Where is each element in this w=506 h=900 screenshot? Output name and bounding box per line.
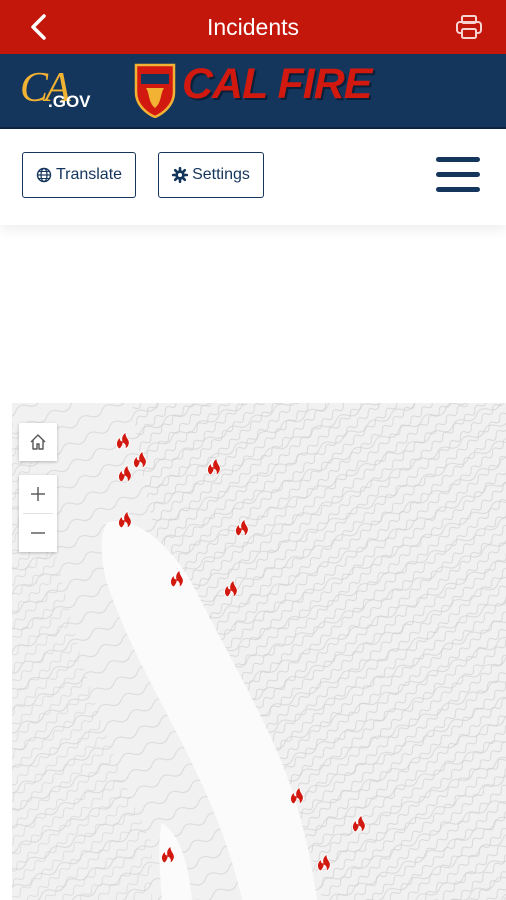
globe-icon [36, 167, 52, 183]
incident-marker[interactable] [159, 844, 177, 864]
ca-gov-logo[interactable]: CA .GOV [18, 64, 91, 116]
flame-icon [290, 786, 304, 805]
hamburger-menu-icon-line [436, 172, 480, 177]
minus-icon [31, 532, 45, 534]
incident-marker[interactable] [233, 517, 251, 537]
incident-marker[interactable] [114, 430, 132, 450]
flame-icon [116, 431, 130, 450]
incident-marker[interactable] [168, 568, 186, 588]
home-icon [30, 434, 46, 450]
zoom-in-button[interactable] [19, 475, 57, 513]
incident-map[interactable] [12, 403, 506, 900]
home-button[interactable] [19, 423, 57, 461]
flame-icon [118, 510, 132, 529]
incident-marker[interactable] [315, 852, 333, 872]
zoom-controls [19, 475, 57, 552]
calfire-seal-icon [134, 63, 176, 118]
flame-icon [235, 518, 249, 537]
incident-marker[interactable] [288, 785, 306, 805]
incident-marker[interactable] [116, 463, 134, 483]
app-header: Incidents [0, 0, 506, 54]
flame-icon [161, 845, 175, 864]
hamburger-menu-icon [436, 157, 480, 162]
flame-icon [352, 814, 366, 833]
flame-icon [170, 569, 184, 588]
zoom-out-button[interactable] [19, 514, 57, 552]
incident-marker[interactable] [350, 813, 368, 833]
calfire-wordmark[interactable]: CAL FIRE [182, 60, 372, 109]
page-title: Incidents [206, 14, 300, 40]
incident-marker[interactable] [222, 578, 240, 598]
settings-button[interactable]: Settings [158, 152, 264, 198]
toolbar: Translate Settings [0, 129, 506, 225]
gear-icon [172, 167, 189, 183]
incident-marker[interactable] [116, 509, 134, 529]
translate-label: Translate [55, 166, 123, 183]
settings-label: Settings [192, 166, 250, 183]
flame-icon [118, 464, 132, 483]
back-button[interactable] [22, 10, 56, 44]
chevron-left-icon [31, 14, 46, 40]
translate-button[interactable]: Translate [22, 152, 136, 198]
incident-marker[interactable] [205, 456, 223, 476]
brand-bar: CA .GOV CAL FIRE [0, 54, 506, 129]
ca-logo-gov: .GOV [48, 92, 91, 111]
flame-icon [207, 457, 221, 476]
hamburger-menu-icon-line [436, 187, 480, 192]
terrain-basemap [12, 403, 506, 900]
flame-icon [317, 853, 331, 872]
plus-icon [31, 487, 45, 501]
printer-icon [456, 15, 482, 39]
flame-icon [224, 579, 238, 598]
menu-button[interactable] [436, 156, 480, 192]
print-button[interactable] [452, 10, 486, 44]
